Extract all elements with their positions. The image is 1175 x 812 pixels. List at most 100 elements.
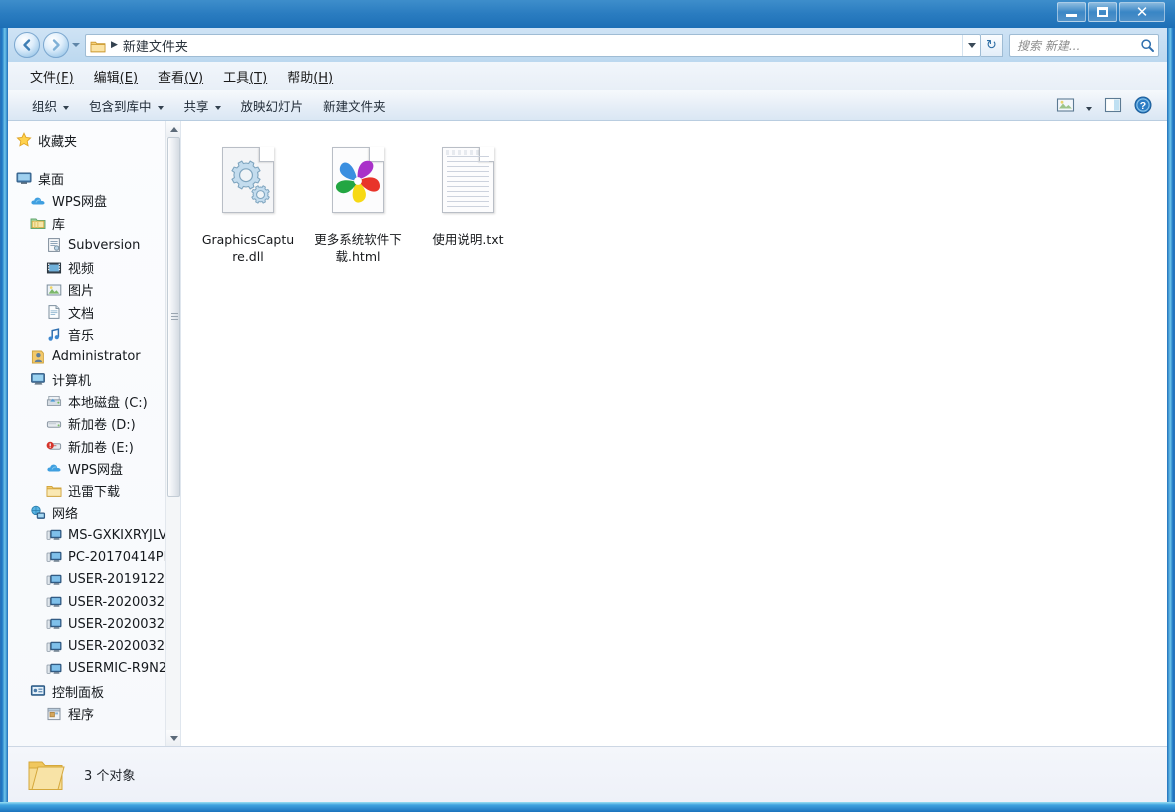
nav-item-label: 新加卷 (E:) — [68, 440, 134, 456]
nav-item-2[interactable]: WPS网盘 — [8, 190, 180, 212]
breadcrumb-path[interactable]: 新建文件夹 — [123, 36, 188, 55]
window-border-bottom — [0, 802, 1175, 812]
menu-item-view[interactable]: 查看(V) — [148, 64, 213, 89]
nav-item-25[interactable]: 程序 — [8, 702, 180, 724]
view-mode-dropdown[interactable] — [1081, 93, 1097, 117]
file-name: 使用说明.txt — [432, 232, 504, 247]
txt-notepad-icon — [434, 143, 502, 225]
search-input[interactable]: 搜索 新建... — [1009, 33, 1159, 57]
nav-item-15[interactable]: 迅雷下载 — [8, 479, 180, 501]
status-bar: 3 个对象 — [8, 746, 1167, 802]
menu-item-edit[interactable]: 编辑(E) — [84, 64, 148, 89]
file-list-view[interactable]: GraphicsCapture.dll 更多系统软件下载.html 使用说明.t… — [181, 121, 1167, 746]
nav-item-7[interactable]: 文档 — [8, 301, 180, 323]
nav-item-14[interactable]: WPS网盘 — [8, 457, 180, 479]
nav-item-6[interactable]: 图片 — [8, 279, 180, 301]
close-button[interactable]: ✕ — [1119, 2, 1165, 22]
menu-item-help[interactable]: 帮助(H) — [277, 64, 343, 89]
nav-item-label: PC-20170414PM — [68, 549, 175, 565]
nav-item-0[interactable]: 收藏夹 — [8, 129, 180, 151]
nav-item-24[interactable]: 控制面板 — [8, 680, 180, 702]
drive-full-icon — [46, 438, 62, 454]
menu-item-tools[interactable]: 工具(T) — [213, 64, 277, 89]
nav-item-9[interactable]: Administrator — [8, 346, 180, 368]
chevron-down-icon — [1086, 96, 1092, 115]
preview-pane-button[interactable] — [1099, 93, 1127, 117]
library-icon — [30, 215, 46, 231]
nav-item-18[interactable]: PC-20170414PM — [8, 546, 180, 568]
maximize-button[interactable] — [1088, 2, 1117, 22]
file-item[interactable]: 更多系统软件下载.html — [305, 139, 411, 265]
title-bar[interactable]: ✕ — [0, 0, 1175, 28]
nav-item-5[interactable]: 视频 — [8, 256, 180, 278]
star-icon — [16, 132, 32, 148]
nav-item-12[interactable]: 新加卷 (D:) — [8, 413, 180, 435]
user-icon — [30, 349, 46, 365]
menu-label-text: 查看 — [158, 70, 185, 86]
nav-item-label: 迅雷下载 — [68, 485, 121, 501]
nav-item-label: 桌面 — [38, 172, 65, 188]
address-bar[interactable]: ▶ 新建文件夹 — [85, 33, 981, 57]
system-drive-icon — [46, 393, 62, 409]
nav-item-10[interactable]: 计算机 — [8, 368, 180, 390]
navigation-tree: 收藏夹 桌面 WPS网盘库 Subversion 视频 图片 文档 音乐 Administrat… — [8, 121, 180, 725]
menu-item-file[interactable]: 文件(F) — [20, 64, 84, 89]
nav-item-1[interactable]: 桌面 — [8, 167, 180, 189]
nav-item-20[interactable]: USER-20200320. — [8, 591, 180, 613]
folder-icon — [46, 483, 62, 499]
notepad-lines — [447, 156, 489, 207]
nav-item-label: 收藏夹 — [38, 134, 78, 150]
nav-item-3[interactable]: 库 — [8, 212, 180, 234]
nav-item-13[interactable]: 新加卷 (E:) — [8, 435, 180, 457]
nav-item-label: 本地磁盘 (C:) — [68, 395, 148, 411]
refresh-button[interactable]: ↻ — [981, 33, 1003, 57]
folder-icon — [26, 758, 66, 792]
nav-item-8[interactable]: 音乐 — [8, 323, 180, 345]
search-icon — [1141, 38, 1154, 52]
file-name: 更多系统软件下载.html — [314, 232, 402, 264]
nav-item-16[interactable]: 网络 — [8, 502, 180, 524]
menu-accelerator: (F) — [56, 70, 74, 86]
notepad-perforation — [446, 150, 483, 155]
history-dropdown-button[interactable] — [69, 32, 83, 58]
cloud-icon — [46, 460, 62, 476]
navigation-scrollbar[interactable] — [165, 121, 180, 746]
scroll-down-button[interactable] — [166, 730, 180, 746]
include-in-library-button[interactable]: 包含到库中 — [79, 91, 174, 120]
nav-item-4[interactable]: Subversion — [8, 234, 180, 256]
nav-item-label: Administrator — [52, 349, 141, 365]
nav-item-22[interactable]: USER-20200326' — [8, 636, 180, 658]
nav-item-label: 音乐 — [68, 329, 95, 345]
nav-item-label: MS-GXKIXRYJLV — [68, 527, 168, 543]
slideshow-button[interactable]: 放映幻灯片 — [231, 91, 314, 120]
documents-icon — [46, 304, 62, 320]
navigation-pane: 收藏夹 桌面 WPS网盘库 Subversion 视频 图片 文档 音乐 Administrat… — [8, 121, 181, 746]
scrollbar-thumb[interactable] — [167, 137, 180, 497]
nav-item-label: 文档 — [68, 306, 95, 322]
back-button[interactable] — [14, 32, 40, 58]
breadcrumb-separator[interactable]: ▶ — [111, 40, 118, 50]
nav-item-19[interactable]: USER-20191220I — [8, 569, 180, 591]
view-mode-button[interactable] — [1051, 93, 1079, 117]
back-arrow-icon — [23, 39, 31, 51]
chevron-down-icon[interactable] — [962, 34, 980, 56]
desktop-icon — [16, 170, 32, 186]
nav-item-23[interactable]: USERMIC-R9N2! — [8, 658, 180, 680]
file-item[interactable]: 使用说明.txt — [415, 139, 521, 265]
forward-button[interactable] — [43, 32, 69, 58]
help-button[interactable]: ? — [1129, 93, 1157, 117]
explorer-window: ✕ ▶ 新建文件夹 ↻ 搜索 新建... 文件(F) 编辑(E) 查看(V) 工… — [0, 0, 1175, 812]
file-item[interactable]: GraphicsCapture.dll — [195, 139, 301, 265]
nav-item-21[interactable]: USER-20200320I — [8, 613, 180, 635]
window-border-right — [1167, 0, 1175, 812]
nav-item-17[interactable]: MS-GXKIXRYJLV — [8, 524, 180, 546]
new-folder-button[interactable]: 新建文件夹 — [313, 91, 396, 120]
menu-label-text: 文件 — [30, 70, 57, 86]
minimize-button[interactable] — [1057, 2, 1086, 22]
share-button[interactable]: 共享 — [174, 91, 231, 120]
organize-button[interactable]: 组织 — [22, 91, 79, 120]
menu-label-text: 工具 — [223, 70, 250, 86]
scroll-up-button[interactable] — [166, 121, 180, 137]
nav-item-label: 库 — [52, 217, 66, 233]
nav-item-11[interactable]: 本地磁盘 (C:) — [8, 390, 180, 412]
